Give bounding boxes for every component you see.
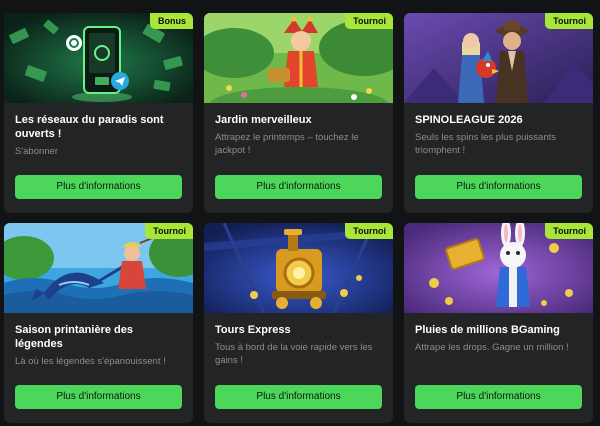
promo-description: Attrapez le printemps – touchez le jackp… [215,132,359,156]
promo-card-saison-printaniere[interactable]: Tournoi Saison printanière des légendes … [4,223,193,423]
promo-description: Attrape les drops. Gagne un million ! [415,342,569,353]
promo-title: Pluies de millions BGaming [415,324,560,336]
telegram-icon [111,72,129,90]
promo-title: Tours Express [215,324,291,336]
promo-description: S'abonner [15,146,59,157]
promo-image-phone-money: Bonus [4,13,193,103]
promo-image-gold-train: Tournoi [204,223,393,313]
promo-title: Les réseaux du paradis sont ouverts ! [15,114,164,140]
more-info-button[interactable]: Plus d'informations [15,175,182,199]
promo-title: Jardin merveilleux [215,114,312,126]
more-info-button[interactable]: Plus d'informations [15,385,182,409]
badge-tournament: Tournoi [345,13,393,29]
promo-title: Saison printanière des légendes [15,324,133,350]
badge-tournament: Tournoi [145,223,193,239]
promo-image-jester-garden: Tournoi [204,13,393,103]
more-info-button[interactable]: Plus d'informations [415,385,582,409]
promo-title: SPINOLEAGUE 2026 [415,114,523,126]
badge-bonus: Bonus [150,13,193,29]
promo-card-spinoleague[interactable]: Tournoi SPINOLEAGUE 2026 Seuls les spins… [404,13,593,213]
badge-tournament: Tournoi [545,223,593,239]
promo-description: Tous à bord de la voie rapide vers les g… [215,342,373,366]
more-info-button[interactable]: Plus d'informations [215,385,382,409]
promotions-grid: Bonus Les réseaux du paradis sont ouvert… [0,0,600,426]
promo-card-bgaming-millions[interactable]: Tournoi Pluies de millions BGaming Attra… [404,223,593,423]
promo-description: Là où les légendes s'épanouissent ! [15,356,166,367]
promo-card-tours-express[interactable]: Tournoi Tours Express Tous à bord de la … [204,223,393,423]
badge-tournament: Tournoi [345,223,393,239]
promo-image-bunny-gold: Tournoi [404,223,593,313]
more-info-button[interactable]: Plus d'informations [415,175,582,199]
badge-tournament: Tournoi [545,13,593,29]
promo-card-social-networks[interactable]: Bonus Les réseaux du paradis sont ouvert… [4,13,193,213]
promo-image-adventurers: Tournoi [404,13,593,103]
promo-image-fisherman-marlin: Tournoi [4,223,193,313]
promo-description: Seuls les spins les plus puissants triom… [415,132,556,156]
more-info-button[interactable]: Plus d'informations [215,175,382,199]
promo-card-jardin-merveilleux[interactable]: Tournoi Jardin merveilleux Attrapez le p… [204,13,393,213]
